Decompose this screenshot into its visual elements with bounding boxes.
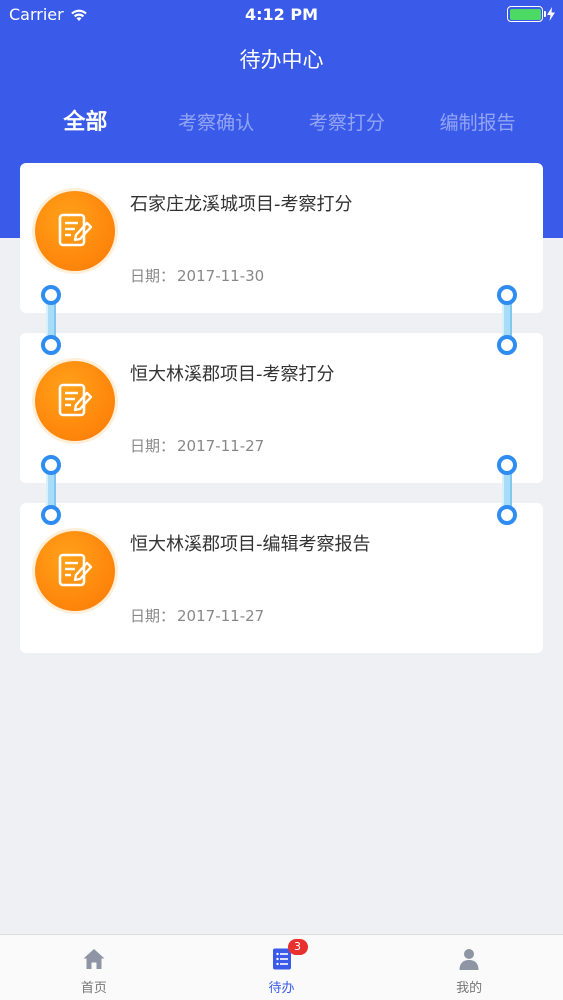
home-icon: [83, 949, 105, 969]
battery-fill: [509, 8, 541, 20]
tabbar-item-todo[interactable]: 3 待办: [188, 935, 376, 1000]
task-title: 恒大林溪郡项目-考察打分: [130, 364, 335, 385]
status-time: 4:12 PM: [244, 5, 318, 24]
charging-icon: [547, 7, 555, 21]
tab-inspection-score[interactable]: 考察打分: [282, 105, 413, 141]
date-label: 日期：: [130, 437, 176, 455]
task-title: 石家庄龙溪城项目-考察打分: [130, 194, 353, 215]
task-title: 恒大林溪郡项目-编辑考察报告: [130, 534, 371, 555]
battery-indicator: [507, 6, 555, 22]
task-date: 日期： 2017-11-27: [130, 435, 266, 456]
binder-clip-icon: [497, 285, 517, 355]
tabbar-label: 待办: [268, 981, 295, 996]
task-card[interactable]: 石家庄龙溪城项目-考察打分 日期： 2017-11-30: [20, 163, 543, 313]
bottom-tab-bar: 首页 3 待办 我的: [0, 934, 563, 1000]
task-date: 日期： 2017-11-30: [130, 265, 266, 286]
date-value: 2017-11-30: [177, 267, 265, 285]
tab-compile-report[interactable]: 编制报告: [412, 105, 543, 141]
date-value: 2017-11-27: [177, 607, 265, 625]
status-bar: Carrier 4:12 PM: [0, 0, 563, 30]
notification-badge: 3: [287, 939, 308, 955]
battery-cap: [543, 11, 546, 17]
filter-tabs: 全部 考察确认 考察打分 编制报告: [20, 105, 543, 141]
tabbar-label: 首页: [80, 981, 107, 996]
date-label: 日期：: [130, 607, 176, 625]
tab-all[interactable]: 全部: [20, 105, 151, 141]
binder-clip-icon: [41, 285, 61, 355]
edit-document-icon: [35, 531, 115, 611]
binder-clip-icon: [41, 455, 61, 525]
tab-inspection-confirm[interactable]: 考察确认: [151, 105, 282, 141]
battery-icon: [507, 6, 546, 22]
user-icon: [459, 949, 479, 970]
tabbar-item-profile[interactable]: 我的: [375, 935, 563, 1000]
task-card[interactable]: 恒大林溪郡项目-考察打分 日期： 2017-11-27: [20, 333, 543, 483]
tabbar-label: 我的: [456, 981, 483, 996]
date-label: 日期：: [130, 267, 176, 285]
edit-document-icon: [35, 191, 115, 271]
edit-document-icon: [35, 361, 115, 441]
date-value: 2017-11-27: [177, 437, 265, 455]
tabbar-item-home[interactable]: 首页: [0, 935, 188, 1000]
task-card[interactable]: 恒大林溪郡项目-编辑考察报告 日期： 2017-11-27: [20, 503, 543, 653]
binder-clip-icon: [497, 455, 517, 525]
page-title: 待办中心: [239, 48, 324, 72]
task-date: 日期： 2017-11-27: [130, 605, 266, 626]
